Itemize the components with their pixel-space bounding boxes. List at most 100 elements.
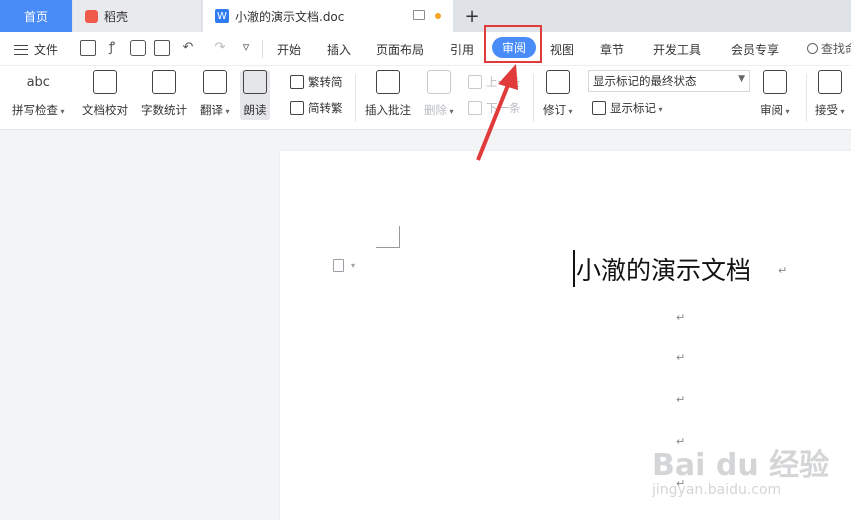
show-markup-label: 显示标记 — [610, 100, 663, 116]
read-aloud-icon — [243, 70, 267, 94]
simp-to-trad-icon — [290, 101, 304, 115]
text-cursor — [573, 250, 575, 287]
menu-separator — [262, 40, 263, 58]
review-pane-icon — [762, 70, 787, 94]
tab-home[interactable]: 首页 — [0, 0, 72, 32]
hamburger-icon — [14, 44, 28, 55]
review-tab-highlight — [484, 25, 542, 63]
accept-label: 接受 — [815, 102, 845, 118]
customize-icon[interactable]: ▿ — [238, 40, 254, 56]
watermark-url: jingyan.baidu.com — [652, 482, 782, 498]
accept-icon — [817, 70, 842, 94]
proofread-button[interactable]: 文档校对 — [82, 70, 128, 118]
show-markup-button[interactable]: 显示标记 — [592, 100, 663, 116]
read-aloud-button[interactable]: 朗读 — [240, 70, 270, 120]
redo-icon[interactable]: ↷ — [212, 40, 228, 56]
prev-comment-label: 上一条 — [486, 75, 521, 89]
tab-view[interactable]: 视图 — [550, 41, 574, 58]
word-count-icon — [152, 70, 176, 94]
review-pane-button[interactable]: 审阅 — [760, 70, 790, 118]
insert-comment-button[interactable]: 插入批注 — [365, 70, 411, 118]
word-count-label: 字数统计 — [141, 103, 187, 117]
chevron-down-icon[interactable]: ▾ — [351, 261, 355, 270]
tab-docer[interactable]: 稻壳 — [73, 0, 201, 32]
tab-membership[interactable]: 会员专享 — [731, 41, 779, 58]
review-pane-label: 审阅 — [760, 102, 790, 118]
trad-to-simp-icon — [290, 75, 304, 89]
simp-to-trad-label: 简转繁 — [308, 101, 343, 115]
translate-icon — [202, 70, 227, 94]
delete-comment-button[interactable]: 删除 — [424, 70, 454, 118]
tab-start[interactable]: 开始 — [277, 41, 301, 58]
monitor-icon[interactable] — [413, 10, 425, 20]
tab-reference[interactable]: 引用 — [450, 41, 474, 58]
spell-check-button[interactable]: abc 拼写检查 — [12, 70, 65, 118]
spell-check-icon: abc — [26, 70, 50, 94]
markup-state-value: 显示标记的最终状态 — [593, 74, 697, 88]
unsaved-dot-icon — [435, 13, 441, 19]
tab-page-layout[interactable]: 页面布局 — [376, 41, 424, 58]
next-comment-label: 下一条 — [486, 101, 521, 115]
search-label: 查找命 — [821, 42, 851, 56]
track-changes-button[interactable]: 修订 — [543, 70, 573, 118]
new-tab-label: + — [464, 5, 480, 27]
tab-document-label: 小澈的演示文档.doc — [235, 9, 345, 24]
ribbon-separator — [355, 74, 356, 122]
paragraph-mark: ↵ — [676, 351, 686, 364]
paragraph-mark: ↵ — [676, 311, 686, 324]
next-comment-icon — [468, 101, 482, 115]
undo-icon[interactable]: ↶ — [180, 40, 196, 56]
tab-insert[interactable]: 插入 — [327, 41, 351, 58]
track-changes-icon — [545, 70, 570, 94]
spell-check-icon-label: abc — [26, 74, 50, 90]
review-ribbon: abc 拼写检查 文档校对 字数统计 翻译 朗读 繁转简 简转繁 插入批注 删除… — [0, 66, 851, 130]
word-icon: W — [215, 9, 229, 23]
insert-comment-label: 插入批注 — [365, 103, 411, 117]
tab-document[interactable]: W 小澈的演示文档.doc — [203, 0, 453, 32]
tab-chapter[interactable]: 章节 — [600, 41, 624, 58]
paragraph-mark: ↵ — [778, 264, 788, 277]
spell-check-label: 拼写检查 — [12, 102, 65, 118]
tab-docer-label: 稻壳 — [104, 9, 129, 24]
read-aloud-label: 朗读 — [243, 103, 267, 117]
page-margin-corner — [376, 226, 400, 248]
word-count-button[interactable]: 字数统计 — [141, 70, 187, 118]
print-preview-icon[interactable] — [154, 40, 170, 56]
chevron-down-icon: ▼ — [738, 74, 745, 84]
paragraph-layout-icon[interactable] — [333, 259, 344, 272]
show-markup-icon — [592, 101, 606, 115]
trad-to-simp-button[interactable]: 繁转简 — [290, 74, 343, 90]
proofread-icon — [93, 70, 117, 94]
docer-icon — [85, 9, 98, 23]
simp-to-trad-button[interactable]: 简转繁 — [290, 100, 343, 116]
accept-button[interactable]: 接受 — [815, 70, 845, 118]
tab-developer[interactable]: 开发工具 — [653, 41, 701, 58]
new-tab-button[interactable]: + — [460, 0, 484, 32]
tab-bar: 首页 稻壳 W 小澈的演示文档.doc + — [0, 0, 851, 32]
print-icon[interactable] — [130, 40, 146, 56]
tab-home-label: 首页 — [23, 9, 48, 24]
menu-bar: 文件 ꝭ ↶ ↷ ▿ 开始 插入 页面布局 引用 审阅 视图 章节 开发工具 会… — [0, 32, 851, 66]
next-comment-button[interactable]: 下一条 — [468, 100, 521, 116]
document-title-text[interactable]: 小澈的演示文档 — [576, 251, 751, 287]
save-icon[interactable] — [80, 40, 96, 56]
search-box[interactable]: 查找命 — [807, 40, 851, 57]
translate-label: 翻译 — [200, 102, 230, 118]
watermark-logo: Bai du 经验 — [652, 448, 830, 483]
file-menu[interactable]: 文件 — [14, 41, 58, 58]
file-menu-label: 文件 — [34, 43, 59, 57]
prev-comment-button[interactable]: 上一条 — [468, 74, 521, 90]
insert-comment-icon — [376, 70, 400, 94]
trad-to-simp-label: 繁转简 — [308, 75, 343, 89]
prev-comment-icon — [468, 75, 482, 89]
delete-comment-icon — [426, 70, 451, 94]
ribbon-separator — [806, 74, 807, 122]
translate-button[interactable]: 翻译 — [200, 70, 230, 118]
ribbon-separator — [533, 74, 534, 122]
search-icon — [807, 43, 818, 54]
track-changes-label: 修订 — [543, 102, 573, 118]
paragraph-mark: ↵ — [676, 393, 686, 406]
markup-state-select[interactable]: 显示标记的最终状态 ▼ — [588, 70, 750, 92]
delete-comment-label: 删除 — [424, 102, 454, 118]
format-painter-icon[interactable]: ꝭ — [104, 40, 120, 56]
